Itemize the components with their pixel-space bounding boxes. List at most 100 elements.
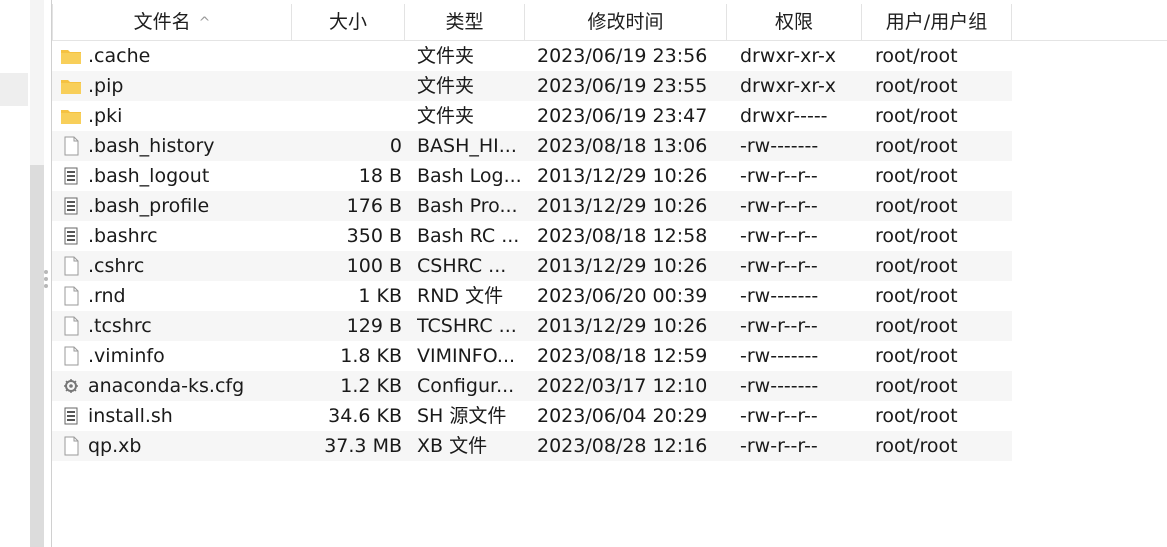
column-header-name-label: 文件名	[133, 11, 191, 33]
file-type: 文件夹	[417, 105, 475, 127]
column-header-permissions-label: 权限	[774, 11, 813, 33]
file-type: VIMINFO...	[417, 345, 516, 367]
file-size	[302, 41, 402, 71]
sort-ascending-icon: ^	[198, 15, 211, 31]
file-row[interactable]: qp.xb 37.3 MB XB 文件 2023/08/28 12:16 -rw-r--…	[52, 431, 1012, 461]
file-row[interactable]: .cache 文件夹 2023/06/19 23:56 drwxr-xr-x root/…	[52, 41, 1012, 71]
file-type: SH 源文件	[417, 405, 507, 427]
file-icon	[60, 286, 82, 306]
file-list: .cache 文件夹 2023/06/19 23:56 drwxr-xr-x root/…	[52, 41, 1012, 461]
file-row[interactable]: .tcshrc 129 B TCSHRC ... 2013/12/29 10:26 -r…	[52, 311, 1012, 341]
column-header-size-label: 大小	[328, 11, 367, 33]
file-size: 37.3 MB	[324, 435, 402, 457]
file-owner: root/root	[875, 255, 958, 277]
file-type: CSHRC ...	[417, 255, 507, 277]
file-row[interactable]: .pki 文件夹 2023/06/19 23:47 drwxr----- root/ro…	[52, 101, 1012, 131]
file-size: 129 B	[346, 315, 402, 337]
column-header-type-label: 类型	[445, 11, 484, 33]
file-row[interactable]: .bash_logout 18 B Bash Log... 2013/12/29 10…	[52, 161, 1012, 191]
file-row[interactable]: .bashrc 350 B Bash RC ... 2023/08/18 12:58 -…	[52, 221, 1012, 251]
file-permissions: -rw-r--r--	[740, 165, 818, 187]
file-owner: root/root	[875, 375, 958, 397]
file-name: .bash_history	[88, 135, 215, 157]
file-name: .tcshrc	[88, 315, 152, 337]
file-owner: root/root	[875, 285, 958, 307]
file-row[interactable]: .pip 文件夹 2023/06/19 23:55 drwxr-xr-x root/ro…	[52, 71, 1012, 101]
file-modified-time: 2023/06/19 23:56	[537, 45, 708, 67]
file-size: 1.8 KB	[340, 345, 402, 367]
file-modified-time: 2023/08/28 12:16	[537, 435, 708, 457]
file-type: TCSHRC ...	[417, 315, 517, 337]
file-size: 34.6 KB	[328, 405, 402, 427]
file-name: .rnd	[88, 285, 126, 307]
column-header-type[interactable]: 类型	[405, 4, 525, 40]
file-owner: root/root	[875, 405, 958, 427]
splitter-grip-icon[interactable]	[44, 270, 48, 292]
file-row[interactable]: .bash_history 0 BASH_HI... 2023/08/18 13:06…	[52, 131, 1012, 161]
file-type: RND 文件	[417, 285, 504, 307]
file-owner: root/root	[875, 45, 958, 67]
file-permissions: -rw-r--r--	[740, 405, 818, 427]
left-pane-scrollbar[interactable]	[30, 0, 44, 547]
file-row[interactable]: install.sh 34.6 KB SH 源文件 2023/06/04 20:29 -…	[52, 401, 1012, 431]
file-permissions: drwxr-xr-x	[740, 75, 837, 97]
file-list-header: 文件名 ^ 大小 类型 修改时间 权限 用户/用户组	[52, 0, 1167, 41]
file-name: .viminfo	[88, 345, 165, 367]
file-permissions: -rw-------	[740, 345, 819, 367]
file-owner: root/root	[875, 75, 958, 97]
file-name: .cshrc	[88, 255, 145, 277]
file-permissions: -rw-r--r--	[740, 225, 818, 247]
file-modified-time: 2013/12/29 10:26	[537, 195, 708, 217]
file-icon	[60, 316, 82, 336]
column-header-mtime[interactable]: 修改时间	[525, 4, 727, 40]
file-owner: root/root	[875, 105, 958, 127]
file-name: qp.xb	[88, 435, 142, 457]
file-permissions: -rw-------	[740, 285, 819, 307]
file-modified-time: 2013/12/29 10:26	[537, 315, 708, 337]
file-permissions: -rw-r--r--	[740, 255, 818, 277]
scrollbar-thumb[interactable]	[30, 165, 44, 547]
file-name: .cache	[88, 45, 151, 67]
file-row[interactable]: .cshrc 100 B CSHRC ... 2013/12/29 10:26 -rw-…	[52, 251, 1012, 281]
file-size: 1 KB	[358, 285, 402, 307]
file-owner: root/root	[875, 225, 958, 247]
file-permissions: -rw-------	[740, 375, 819, 397]
file-permissions: -rw-r--r--	[740, 195, 818, 217]
folder-icon	[60, 46, 82, 66]
file-size	[302, 71, 402, 101]
column-header-mtime-label: 修改时间	[587, 11, 664, 33]
file-modified-time: 2023/08/18 12:58	[537, 225, 708, 247]
script-icon	[60, 226, 82, 246]
file-name: .pip	[88, 75, 124, 97]
file-modified-time: 2022/03/17 12:10	[537, 375, 708, 397]
file-icon	[60, 256, 82, 276]
file-row[interactable]: .viminfo 1.8 KB VIMINFO... 2023/08/18 12:59…	[52, 341, 1012, 371]
file-type: Configur...	[417, 375, 515, 397]
file-owner: root/root	[875, 315, 958, 337]
file-type: BASH_HI...	[417, 135, 517, 157]
file-permissions: drwxr-xr-x	[740, 45, 837, 67]
file-size: 1.2 KB	[340, 375, 402, 397]
folder-icon	[60, 76, 82, 96]
file-modified-time: 2023/08/18 12:59	[537, 345, 708, 367]
file-icon	[60, 346, 82, 366]
left-pane-selected-item[interactable]	[0, 73, 28, 106]
file-name: .bash_profile	[88, 195, 210, 217]
file-size: 350 B	[346, 225, 402, 247]
file-modified-time: 2013/12/29 10:26	[537, 165, 708, 187]
file-row[interactable]: .bash_profile 176 B Bash Pro... 2013/12/29 …	[52, 191, 1012, 221]
file-row[interactable]: anaconda-ks.cfg 1.2 KB Configur... 2022/03/…	[52, 371, 1012, 401]
file-name: .pki	[88, 105, 123, 127]
column-header-size[interactable]: 大小	[292, 4, 405, 40]
column-header-name[interactable]: 文件名 ^	[52, 4, 292, 40]
config-file-icon	[60, 376, 82, 396]
file-owner: root/root	[875, 135, 958, 157]
file-modified-time: 2023/06/19 23:47	[537, 105, 708, 127]
column-header-permissions[interactable]: 权限	[727, 4, 862, 40]
file-type: 文件夹	[417, 45, 475, 67]
column-header-owner[interactable]: 用户/用户组	[862, 4, 1012, 40]
file-modified-time: 2023/06/04 20:29	[537, 405, 708, 427]
file-row[interactable]: .rnd 1 KB RND 文件 2023/06/20 00:39 -rw-------…	[52, 281, 1012, 311]
file-name: install.sh	[88, 405, 173, 427]
file-type: 文件夹	[417, 75, 475, 97]
